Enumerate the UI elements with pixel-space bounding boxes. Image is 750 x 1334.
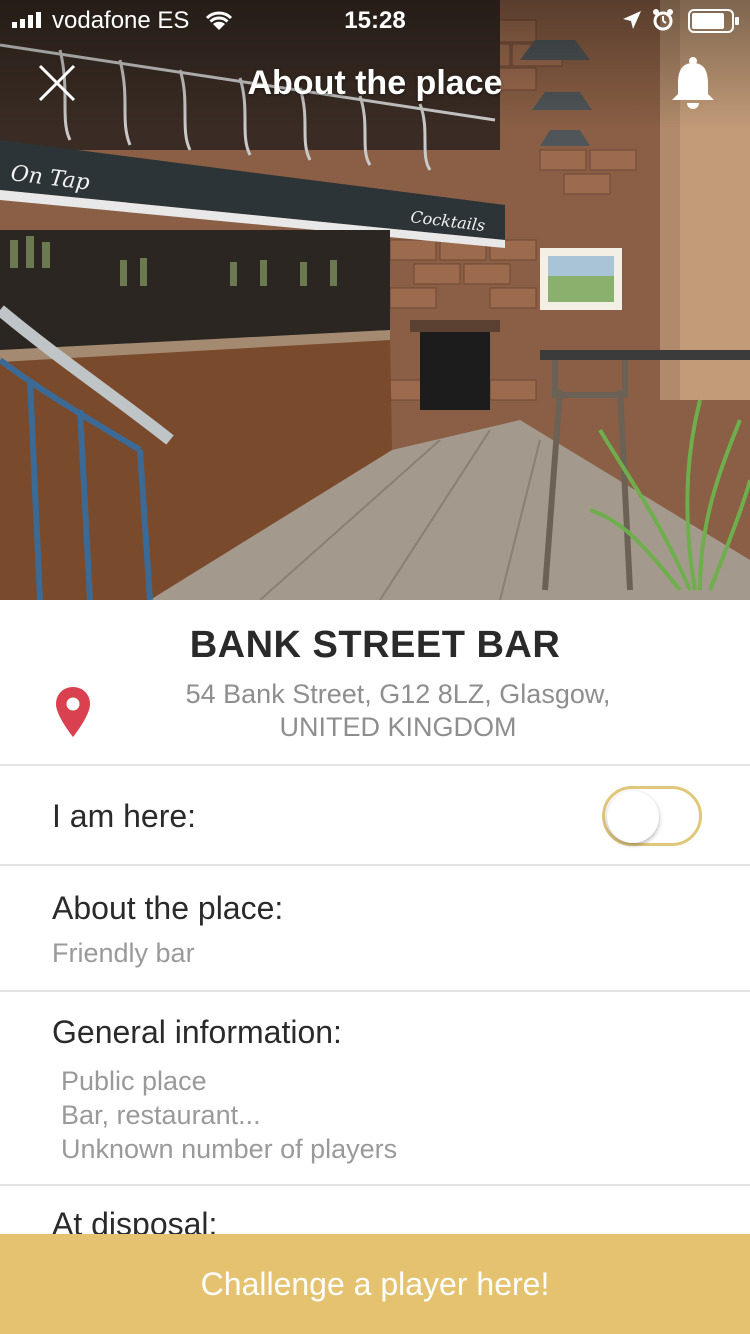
list-item: Unknown number of players — [61, 1134, 398, 1164]
challenge-player-button[interactable]: Challenge a player here! — [0, 1234, 750, 1334]
notifications-button[interactable] — [668, 56, 718, 112]
address-line-1: 54 Bank Street, G12 8LZ, Glasgow, — [185, 679, 611, 709]
i-am-here-label: I am here: — [52, 798, 197, 834]
address-line-2: UNITED KINGDOM — [279, 712, 517, 742]
toggle-knob — [607, 791, 659, 843]
list-item: Bar, restaurant... — [61, 1100, 261, 1130]
list-item: Public place — [61, 1066, 207, 1096]
battery-icon — [688, 9, 739, 33]
place-address: 54 Bank Street, G12 8LZ, Glasgow, UNITED… — [140, 678, 656, 744]
alarm-clock-icon — [653, 9, 673, 31]
about-place-row: About the place: Friendly bar — [0, 866, 750, 992]
general-info-row: General information: Public place Bar, r… — [0, 992, 750, 1186]
place-header: BANK STREET BAR 54 Bank Street, G12 8LZ,… — [0, 600, 750, 766]
location-arrow-icon — [623, 11, 641, 29]
page-title: About the place — [247, 64, 503, 102]
i-am-here-row: I am here: — [0, 766, 750, 866]
about-place-value: Friendly bar — [52, 938, 195, 968]
status-bar: vodafone ES 15:28 — [0, 0, 750, 40]
about-place-label: About the place: — [52, 890, 284, 926]
bell-icon — [672, 57, 714, 109]
general-info-list: Public place Bar, restaurant... Unknown … — [61, 1064, 397, 1166]
map-pin-icon — [56, 687, 90, 737]
i-am-here-toggle[interactable] — [602, 786, 702, 846]
place-name: BANK STREET BAR — [189, 624, 561, 666]
general-info-label: General information: — [52, 1014, 342, 1050]
